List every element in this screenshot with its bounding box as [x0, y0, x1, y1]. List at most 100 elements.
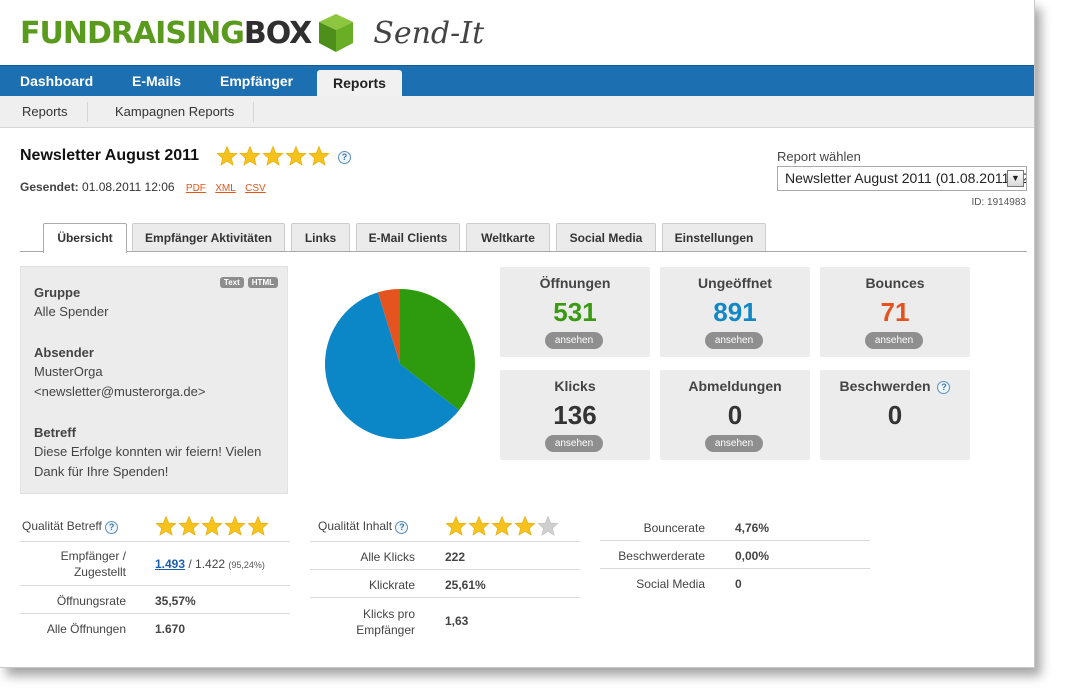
opens-pie-chart [325, 289, 475, 439]
brand-name: FUNDRAISINGBOX [20, 15, 312, 51]
star-filled-icon[interactable] [224, 515, 246, 537]
tab-links[interactable]: Links [291, 223, 350, 251]
stat-oeffnungen: Öffnungen 531 ansehen [500, 267, 650, 357]
nav-emails[interactable]: E-Mails [116, 66, 197, 97]
subject-label: Betreff [34, 425, 76, 440]
stat-label: Klicks [554, 378, 596, 394]
star-filled-icon[interactable] [491, 515, 513, 537]
download-pdf-link[interactable]: PDF [186, 183, 206, 194]
view-bounces-button[interactable]: ansehen [865, 332, 923, 349]
stat-label: Bounces [865, 275, 925, 291]
click-rate-label: Klickrate [368, 578, 415, 592]
tab-bar: Übersicht Empfänger Aktivitäten Links E-… [20, 222, 1027, 253]
view-oeffnungen-button[interactable]: ansehen [545, 332, 603, 349]
quality-content-rating[interactable] [445, 515, 560, 537]
help-icon[interactable]: ? [937, 381, 951, 394]
view-abmeldungen-button[interactable]: ansehen [705, 435, 763, 452]
quality-subject-label: Qualität Betreff ? [22, 519, 119, 534]
sub-nav: Reports Kampagnen Reports [0, 96, 1034, 128]
tab-email-clients[interactable]: E-Mail Clients [356, 223, 460, 251]
open-rate-label: Öffnungsrate [56, 594, 126, 608]
download-csv-link[interactable]: CSV [245, 183, 266, 194]
star-filled-icon[interactable] [514, 515, 536, 537]
download-xml-link[interactable]: XML [215, 183, 236, 194]
divider [600, 568, 870, 569]
subject-value: Diese Erfolge konnten wir feiern! Vielen… [34, 444, 262, 479]
subnav-divider [253, 102, 254, 122]
stat-value: 0 [727, 400, 743, 430]
divider [20, 613, 290, 614]
sender-email: <newsletter@musterorga.de> [34, 384, 206, 399]
divider [310, 541, 580, 542]
subnav-kampagnen-reports[interactable]: Kampagnen Reports [115, 96, 234, 128]
all-clicks-value: 222 [445, 550, 466, 564]
recipients-link[interactable]: 1.493 [155, 557, 185, 571]
open-rate-value: 35,57% [155, 594, 196, 608]
quality-subject-rating[interactable] [155, 515, 270, 537]
nav-empfaenger[interactable]: Empfänger [204, 66, 309, 97]
divider [600, 540, 870, 541]
product-name: Send-It [373, 15, 485, 51]
click-rate-value: 25,61% [445, 578, 486, 592]
star-filled-icon[interactable] [239, 145, 261, 167]
report-select-label: Report wählen [777, 149, 861, 164]
bounce-rate-value: 4,76% [735, 521, 770, 535]
help-icon[interactable]: ? [338, 151, 351, 164]
all-clicks-label: Alle Klicks [360, 550, 415, 564]
sender-name: MusterOrga [34, 364, 103, 379]
help-icon[interactable]: ? [105, 521, 119, 534]
stat-ungeoeffnet: Ungeöffnet 891 ansehen [660, 267, 810, 357]
star-filled-icon[interactable] [445, 515, 467, 537]
social-media-label: Social Media [636, 577, 705, 591]
help-icon[interactable]: ? [395, 521, 409, 534]
recipients-value: 1.493 / 1.422 (95,24%) [155, 557, 265, 571]
tab-weltkarte[interactable]: Weltkarte [466, 223, 550, 251]
cube-logo-icon [319, 14, 354, 52]
star-filled-icon[interactable] [178, 515, 200, 537]
star-filled-icon[interactable] [262, 145, 284, 167]
report-select-value: Newsletter August 2011 (01.08.2011 12:06… [785, 170, 1027, 186]
star-empty-icon[interactable] [537, 515, 559, 537]
star-filled-icon[interactable] [308, 145, 330, 167]
complaint-rate-label: Beschwerderate [618, 549, 705, 563]
subnav-reports[interactable]: Reports [22, 96, 68, 128]
tab-empfaenger-aktivitaeten[interactable]: Empfänger Aktivitäten [132, 223, 285, 251]
stat-value: 531 [553, 297, 597, 327]
clicks-per-recipient-value: 1,63 [445, 614, 469, 628]
view-klicks-button[interactable]: ansehen [545, 435, 603, 452]
recipients-label: Empfänger / Zugestellt [60, 549, 126, 579]
social-media-value: 0 [735, 577, 742, 591]
text-version-button[interactable]: Text [219, 277, 244, 288]
stat-bounces: Bounces 71 ansehen [820, 267, 970, 357]
all-opens-value: 1.670 [155, 622, 186, 636]
app-window: FUNDRAISINGBOX Send-It Dashboard E-Mails… [0, 0, 1035, 668]
chevron-down-icon[interactable]: ▼ [1007, 170, 1024, 187]
stat-klicks: Klicks 136 ansehen [500, 370, 650, 460]
group-label: Gruppe [34, 285, 81, 300]
nav-dashboard[interactable]: Dashboard [4, 66, 109, 97]
stat-label: Abmeldungen [688, 378, 782, 394]
divider [310, 569, 580, 570]
logo: FUNDRAISINGBOX Send-It [20, 8, 484, 58]
view-ungeoeffnet-button[interactable]: ansehen [705, 332, 763, 349]
star-filled-icon[interactable] [155, 515, 177, 537]
complaint-rate-value: 0,00% [735, 549, 770, 563]
main-nav: Dashboard E-Mails Empfänger Reports [0, 65, 1034, 97]
tab-social-media[interactable]: Social Media [556, 223, 656, 251]
stat-abmeldungen: Abmeldungen 0 ansehen [660, 370, 810, 460]
star-filled-icon[interactable] [468, 515, 490, 537]
info-panel: Text HTML Gruppe Alle Spender Absender M… [20, 266, 288, 494]
star-filled-icon[interactable] [247, 515, 269, 537]
tab-uebersicht[interactable]: Übersicht [43, 223, 127, 253]
tab-einstellungen[interactable]: Einstellungen [662, 223, 766, 251]
report-select[interactable]: Newsletter August 2011 (01.08.2011 12:06… [777, 166, 1027, 191]
star-filled-icon[interactable] [216, 145, 238, 167]
star-filled-icon[interactable] [285, 145, 307, 167]
html-version-button[interactable]: HTML [247, 277, 278, 288]
quality-content-label: Qualität Inhalt ? [318, 519, 409, 534]
clicks-per-recipient-label: Klicks pro Empfänger [356, 607, 415, 637]
star-filled-icon[interactable] [201, 515, 223, 537]
report-rating[interactable] [216, 145, 331, 167]
stat-value: 136 [553, 400, 597, 430]
nav-reports[interactable]: Reports [317, 70, 402, 97]
